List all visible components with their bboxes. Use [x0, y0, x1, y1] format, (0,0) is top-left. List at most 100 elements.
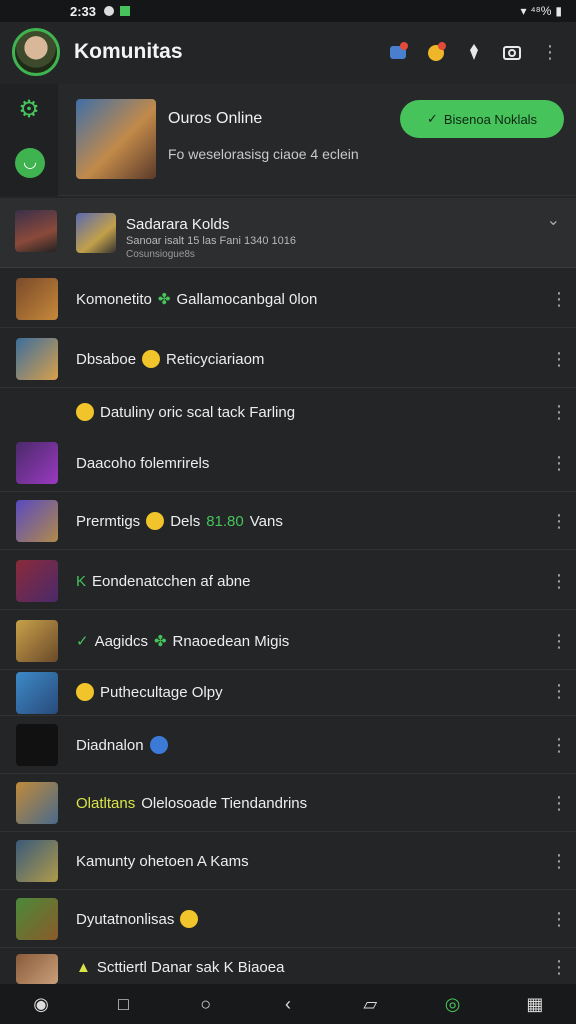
list-item-icon [16, 840, 58, 882]
notification-icon [104, 6, 115, 16]
list-item[interactable]: ✓ Aagidcs ✤ Rnaoedean Migis ⋮ [0, 612, 576, 670]
more-vert-icon[interactable]: ⋮ [550, 952, 568, 982]
back-icon[interactable]: ‹ [276, 992, 300, 1016]
list-item-text: Diadnalon [76, 716, 168, 774]
signal-icon: ▮ [555, 4, 562, 18]
list-item-icon [16, 898, 58, 940]
featured-community[interactable]: Ouros Online Fo weselorasisg ciaoe 4 ecl… [58, 84, 576, 196]
app-title: Komunitas [74, 40, 183, 63]
more-vert-icon[interactable]: ⋮ [550, 506, 568, 536]
list-item-icon [16, 954, 58, 984]
list-item-icon [16, 338, 58, 380]
list-item[interactable]: ▲ Scttiertl Danar sak K Biaoea ⋮ [0, 950, 576, 984]
list-item[interactable]: Diadnalon ⋮ [0, 716, 576, 774]
wifi-icon: ▾ [520, 4, 527, 18]
status-right: ▾ ⁴⁸% ▮ [520, 4, 562, 18]
app-logo-icon[interactable]: ◎ [441, 992, 465, 1016]
list-item-text: Komonetito ✤ Gallamocanbgal 0lon [76, 290, 318, 309]
map-icon[interactable]: ▱ [358, 992, 382, 1016]
pin-icon[interactable] [462, 40, 486, 64]
reaction-icon[interactable] [424, 40, 448, 64]
gear-icon[interactable]: ⚙ [17, 98, 41, 122]
list-item[interactable]: Kamunty ohetoen A Kams ⋮ [0, 832, 576, 890]
community-title: Sadarara Kolds [126, 216, 230, 233]
more-vert-icon[interactable]: ⋮ [550, 344, 568, 374]
more-vert-icon[interactable]: ⋮ [550, 284, 568, 314]
list-item-text: Dyutatnonlisas [76, 890, 199, 948]
battery-text: ⁴⁸% [530, 4, 552, 18]
more-vert-icon[interactable]: ⋮ [550, 676, 568, 706]
list-item-text: Datuliny oric scal tack Farling [76, 390, 295, 434]
more-vert-icon[interactable]: ⋮ [550, 730, 568, 760]
list-item[interactable]: Dyutatnonlisas ⋮ [0, 890, 576, 948]
chevron-down-icon[interactable]: ⌄ [547, 210, 560, 230]
camera-icon[interactable] [500, 40, 524, 64]
list-item-text: Dbsaboe Reticyciariaom [76, 350, 265, 368]
list-item[interactable]: K Eondenatcchen af abne ⋮ [0, 552, 576, 610]
calendar-icon[interactable]: ▦ [523, 992, 547, 1016]
list-item[interactable]: Datuliny oric scal tack Farling ⋮ [0, 390, 576, 434]
more-vert-icon[interactable]: ⋮ [550, 626, 568, 656]
warning-icon: ▲ [76, 958, 91, 976]
accessibility-icon[interactable]: ◉ [29, 992, 53, 1016]
list-item-icon [16, 724, 58, 766]
status-time: 2:33 [70, 3, 97, 19]
list-item[interactable]: Dbsaboe Reticyciariaom ⋮ [0, 330, 576, 388]
list-item[interactable]: Puthecultage Olpy ⋮ [0, 668, 576, 716]
more-vert-icon[interactable]: ⋮ [550, 397, 568, 427]
smile-icon [76, 683, 94, 701]
clover-icon: ✤ [157, 291, 171, 308]
system-nav-bar: ◉ □ ○ ‹ ▱ ◎ ▦ [0, 984, 576, 1024]
home-icon[interactable]: ○ [194, 992, 218, 1016]
list-item[interactable]: Daacoho folemrirels ⋮ [0, 434, 576, 492]
more-vert-icon[interactable]: ⋮ [550, 566, 568, 596]
chat-icon[interactable]: ◡ [15, 148, 45, 178]
list-item-text: Olatltans Olelosoade Tiendandrins [76, 794, 308, 812]
list-item-icon [16, 278, 58, 320]
list-item-icon [16, 560, 58, 602]
community-meta: Cosunsiogue8s [126, 249, 195, 260]
clover-icon: ✤ [153, 633, 167, 650]
community-subtitle: Sanoar isalt 15 las Fani 1340 1016 [126, 235, 297, 247]
profile-avatar[interactable] [12, 28, 60, 76]
smile-icon [142, 350, 161, 368]
more-vert-icon[interactable]: ⋮ [550, 904, 568, 934]
community-avatar [76, 213, 116, 253]
check-icon: ✓ [426, 111, 438, 126]
game-icon[interactable] [386, 40, 410, 64]
app-notification-icon [120, 6, 131, 16]
list-item-text: K Eondenatcchen af abne [76, 572, 251, 590]
list-item-text: Daacoho folemrirels [76, 454, 210, 472]
list-item[interactable]: Prermtigs Dels 81.80 Vans ⋮ [0, 492, 576, 550]
featured-description: Fo weselorasisg ciaoe 4 eclein [168, 146, 359, 162]
featured-thumbnail [76, 99, 156, 179]
featured-name: Ouros Online [168, 110, 263, 127]
globe-icon [149, 736, 168, 754]
more-vert-icon[interactable]: ⋮ [538, 40, 562, 64]
status-bar: 2:33 ▾ ⁴⁸% ▮ [0, 0, 576, 22]
smile-icon [76, 403, 94, 421]
recents-icon[interactable]: □ [111, 992, 135, 1016]
app-bar: Komunitas ⋮ [0, 22, 576, 102]
more-vert-icon[interactable]: ⋮ [550, 846, 568, 876]
side-rail: ⚙ ◡ [0, 84, 58, 196]
list-item-text: ▲ Scttiertl Danar sak K Biaoea [76, 958, 285, 976]
list-item-text: Puthecultage Olpy [76, 668, 223, 716]
join-button[interactable]: ✓ Bisenoa Noklals [400, 100, 564, 138]
list-item[interactable]: Olatltans Olelosoade Tiendandrins ⋮ [0, 774, 576, 832]
more-vert-icon[interactable]: ⋮ [550, 448, 568, 478]
list-item-icon [16, 672, 58, 714]
list-item-icon [16, 442, 58, 484]
list-item[interactable]: Komonetito ✤ Gallamocanbgal 0lon ⋮ [0, 270, 576, 328]
smile-icon [146, 512, 165, 530]
join-button-label: Bisenoa Noklals [443, 111, 538, 127]
smile-icon [180, 910, 199, 928]
expanded-community-row[interactable]: Sadarara Kolds Sanoar isalt 15 las Fani … [0, 198, 576, 268]
community-icon [15, 210, 57, 252]
check-icon: ✓ [76, 633, 89, 650]
list-item-text: ✓ Aagidcs ✤ Rnaoedean Migis [76, 632, 290, 651]
more-vert-icon[interactable]: ⋮ [550, 788, 568, 818]
list-item-icon [16, 620, 58, 662]
app-actions: ⋮ [386, 40, 576, 64]
list-item-icon [16, 782, 58, 824]
